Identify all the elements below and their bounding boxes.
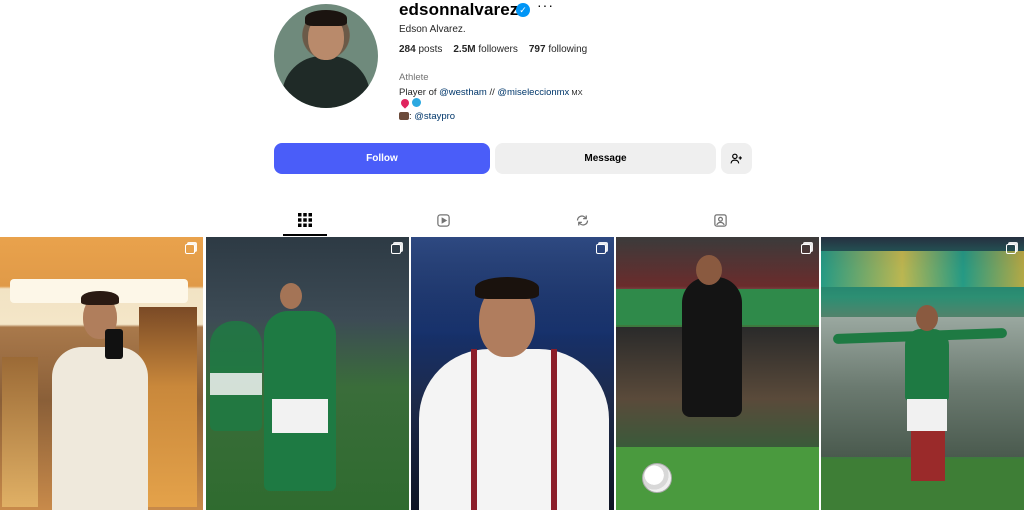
- profile-category: Athlete: [399, 72, 429, 83]
- following-stat[interactable]: 797 following: [529, 44, 587, 55]
- posts-grid: [0, 237, 1024, 510]
- post-thumbnail[interactable]: [411, 237, 614, 510]
- mention-westham-link[interactable]: @westham: [439, 87, 487, 98]
- post-thumbnail[interactable]: [821, 237, 1024, 510]
- profile-full-name: Edson Alvarez.: [399, 24, 466, 35]
- post-thumbnail[interactable]: [0, 237, 203, 510]
- message-button[interactable]: Message: [495, 143, 716, 174]
- briefcase-icon: [399, 112, 409, 120]
- grid-icon: [298, 213, 312, 227]
- carousel-icon: [1006, 244, 1016, 254]
- verified-badge-icon: ✓: [516, 3, 530, 17]
- bio-line-club: Player of @westham // @miseleccionmx MX: [399, 87, 583, 98]
- carousel-icon: [391, 244, 401, 254]
- follow-button[interactable]: Follow: [274, 143, 490, 174]
- tab-tagged[interactable]: [695, 204, 745, 236]
- post-thumbnail[interactable]: [616, 237, 819, 510]
- reels-icon: [436, 213, 450, 227]
- add-user-icon: [730, 153, 742, 164]
- more-options-icon[interactable]: ···: [537, 0, 554, 13]
- bio-line-agency: : @staypro: [399, 111, 455, 122]
- suggested-users-button[interactable]: [721, 143, 752, 174]
- carousel-icon: [596, 244, 606, 254]
- followers-stat[interactable]: 2.5M followers: [453, 44, 517, 55]
- repost-icon: [576, 214, 588, 226]
- profile-avatar[interactable]: [274, 4, 378, 108]
- globe-icon: [412, 98, 421, 107]
- profile-username: edsonnalvarez: [399, 0, 519, 19]
- mention-miseleccionmx-link[interactable]: @miseleccionmx: [497, 87, 569, 98]
- post-thumbnail[interactable]: [206, 237, 409, 510]
- posts-stat: 284 posts: [399, 44, 443, 55]
- tab-reels[interactable]: [418, 204, 468, 236]
- carousel-icon: [801, 244, 811, 254]
- tab-reposts[interactable]: [557, 204, 607, 236]
- bio-line-location: [399, 97, 421, 110]
- profile-stats: 284 posts 2.5M followers 797 following: [399, 44, 587, 55]
- carousel-icon: [185, 244, 195, 254]
- location-pin-icon: [399, 97, 411, 109]
- profile-tabs: [0, 204, 1024, 236]
- mention-staypro-link[interactable]: @staypro: [414, 111, 455, 122]
- tagged-icon: [713, 213, 727, 227]
- tab-posts[interactable]: [280, 204, 330, 236]
